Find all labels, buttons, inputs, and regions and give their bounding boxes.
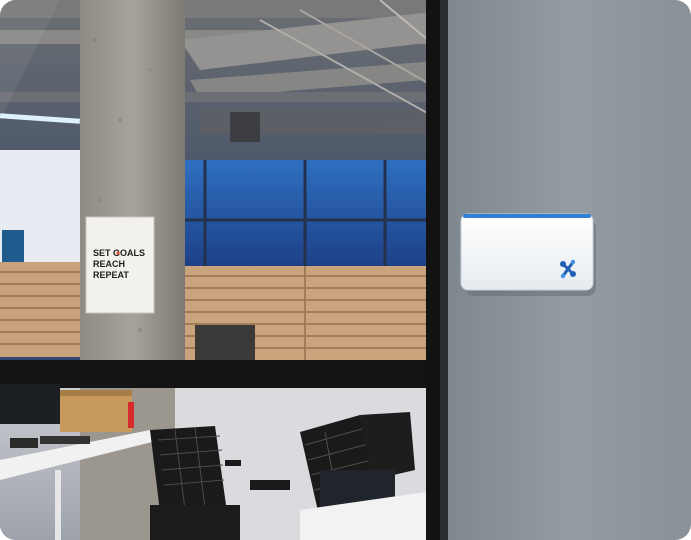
wall-mounted-sensor-device: [460, 213, 594, 291]
photo-frame: SET GOALS REACH REPEAT: [0, 0, 691, 540]
poster-line-2: REACH: [93, 259, 125, 269]
door-frame-vertical: [426, 0, 442, 540]
back-windows: [170, 160, 450, 270]
door-frame-edge: [440, 0, 448, 540]
glass-mullion-horizontal: [0, 360, 440, 388]
motivational-poster: SET GOALS REACH REPEAT: [85, 216, 155, 314]
monitor: [0, 384, 60, 424]
poster-accent-dot: [116, 251, 120, 255]
cardboard-box: [60, 390, 132, 432]
wood-partition-left: [0, 262, 80, 357]
wood-partition-right: [183, 266, 428, 364]
office-photo: SET GOALS REACH REPEAT: [0, 0, 691, 540]
poster-line-3: REPEAT: [93, 270, 129, 280]
device-accent-strip: [463, 214, 591, 218]
